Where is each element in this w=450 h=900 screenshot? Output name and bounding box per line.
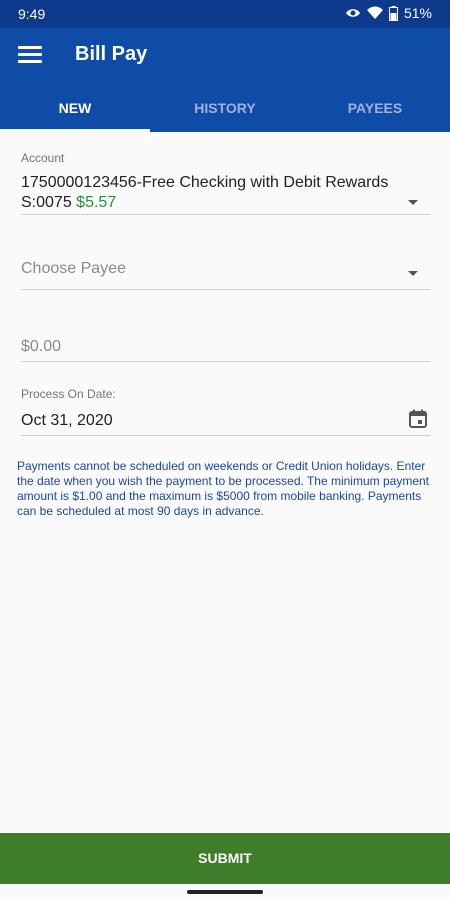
battery-percent: 51% <box>403 5 432 21</box>
status-time: 9:49 <box>18 6 46 22</box>
payment-notice: Payments cannot be scheduled on weekends… <box>17 459 430 518</box>
menu-icon[interactable] <box>16 42 44 70</box>
tab-new[interactable]: NEW <box>0 84 150 132</box>
tab-bar: NEW HISTORY PAYEES <box>0 84 450 132</box>
tab-payees[interactable]: PAYEES <box>300 84 450 132</box>
app-bar: Bill Pay <box>0 28 450 84</box>
tab-history[interactable]: HISTORY <box>150 84 300 132</box>
calendar-icon[interactable] <box>408 409 428 429</box>
system-nav-bar <box>0 884 450 900</box>
account-label: Account <box>21 151 65 165</box>
account-select[interactable]: Account 1750000123456-Free Checking with… <box>21 151 430 215</box>
process-date-label: Process On Date: <box>21 387 116 401</box>
battery-icon <box>388 5 398 21</box>
home-handle[interactable] <box>187 890 263 894</box>
process-date-field[interactable]: Process On Date: Oct 31, 2020 <box>21 387 430 436</box>
wifi-icon <box>366 6 383 19</box>
chevron-down-icon <box>408 200 418 205</box>
account-underline <box>21 214 430 215</box>
submit-button[interactable]: SUBMIT <box>0 833 450 884</box>
amount-underline <box>21 361 430 362</box>
payee-select[interactable]: Choose Payee <box>21 260 430 290</box>
process-date-underline <box>21 435 430 436</box>
account-value: 1750000123456-Free Checking with Debit R… <box>21 173 391 213</box>
amount-input[interactable]: $0.00 <box>21 338 430 362</box>
page-title: Bill Pay <box>75 43 148 65</box>
eye-icon <box>345 9 360 17</box>
account-balance: $5.57 <box>76 194 117 211</box>
status-bar: 9:49 51% <box>0 0 450 28</box>
payee-placeholder: Choose Payee <box>21 260 126 277</box>
amount-placeholder: $0.00 <box>21 338 62 355</box>
payee-underline <box>21 289 430 290</box>
status-icons: 51% <box>345 5 432 21</box>
process-date-value: Oct 31, 2020 <box>21 412 113 429</box>
chevron-down-icon <box>408 271 418 276</box>
